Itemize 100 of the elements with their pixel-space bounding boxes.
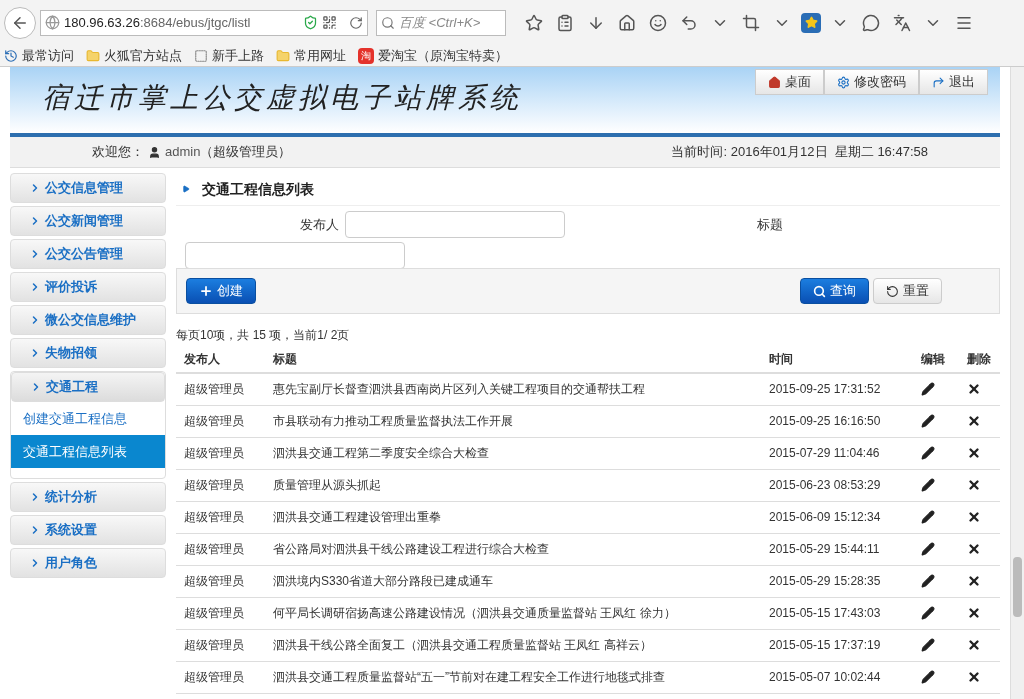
edit-icon[interactable] bbox=[921, 574, 935, 588]
globe-icon bbox=[45, 15, 60, 30]
column-header: 发布人 bbox=[184, 352, 220, 366]
sidebar-item[interactable]: 微公交信息维护 bbox=[10, 305, 166, 335]
delete-icon[interactable] bbox=[967, 606, 981, 620]
column-header: 删除 bbox=[967, 352, 991, 366]
table-cell: 市县联动有力推动工程质量监督执法工作开展 bbox=[273, 414, 513, 428]
table-cell: 泗洪县交通工程建设管理出重拳 bbox=[273, 510, 441, 524]
url-path: :8684/ebus/jtgc/listl bbox=[139, 13, 251, 32]
sidebar-item[interactable]: 公交公告管理 bbox=[10, 239, 166, 269]
edit-icon[interactable] bbox=[921, 446, 935, 460]
column-header: 编辑 bbox=[921, 352, 945, 366]
bookmark-link[interactable]: 最常访问 bbox=[22, 45, 74, 66]
edit-icon[interactable] bbox=[921, 638, 935, 652]
page-icon bbox=[194, 48, 208, 63]
header-button[interactable]: 桌面 bbox=[755, 69, 824, 95]
delete-icon[interactable] bbox=[967, 670, 981, 684]
submenu-item[interactable]: 交通工程信息列表 bbox=[11, 435, 165, 468]
table-cell: 泗洪境内S330省道大部分路段已建成通车 bbox=[273, 574, 494, 588]
edit-icon[interactable] bbox=[921, 478, 935, 492]
system-title: 宿迁市掌上公交虚拟电子站牌系统 bbox=[42, 80, 522, 116]
sidebar-item[interactable]: 统计分析 bbox=[10, 482, 166, 512]
header-button[interactable]: 修改密码 bbox=[824, 69, 919, 95]
create-button[interactable]: 创建 bbox=[186, 278, 256, 304]
table-cell: 2015-09-25 16:16:50 bbox=[769, 414, 881, 428]
page-title: 交通工程信息列表 bbox=[202, 179, 314, 199]
filter-input[interactable] bbox=[345, 211, 565, 238]
delete-icon[interactable] bbox=[967, 510, 981, 524]
table-cell: 泗洪县干线公路全面复工（泗洪县交通工程质量监督站 王凤红 高祥云） bbox=[273, 638, 652, 652]
search-icon bbox=[813, 284, 826, 298]
table-cell: 2015-05-29 15:44:11 bbox=[769, 542, 880, 556]
sidebar-item[interactable]: 用户角色 bbox=[10, 548, 166, 578]
edit-icon[interactable] bbox=[921, 414, 935, 428]
sidebar-item[interactable]: 交通工程 bbox=[11, 372, 165, 402]
reset-icon bbox=[886, 284, 899, 298]
sidebar-item[interactable]: 评价投诉 bbox=[10, 272, 166, 302]
gear-icon bbox=[837, 75, 850, 89]
star-badge-icon[interactable] bbox=[801, 12, 821, 33]
sidebar-item[interactable]: 失物招领 bbox=[10, 338, 166, 368]
table-cell: 超级管理员 bbox=[184, 382, 244, 397]
bookmark-link[interactable]: 爱淘宝（原淘宝特卖） bbox=[378, 45, 508, 66]
header-button[interactable]: 退出 bbox=[919, 69, 988, 95]
table-cell: 2015-05-29 15:28:35 bbox=[769, 574, 881, 588]
sidebar-item[interactable]: 系统设置 bbox=[10, 515, 166, 545]
user-icon bbox=[148, 145, 161, 159]
delete-icon[interactable] bbox=[967, 542, 981, 556]
url-field[interactable]: 180.96.63.26:8684/ebus/jtgc/listl bbox=[40, 9, 368, 36]
back-button[interactable] bbox=[4, 6, 36, 39]
table-cell: 超级管理员 bbox=[184, 574, 244, 588]
column-header: 标题 bbox=[273, 352, 297, 366]
table-cell: 2015-06-23 08:53:29 bbox=[769, 478, 881, 492]
bookmark-link[interactable]: 常用网址 bbox=[294, 45, 346, 66]
bookmark-link[interactable]: 新手上路 bbox=[212, 45, 264, 66]
folder-icon bbox=[86, 48, 100, 63]
edit-icon[interactable] bbox=[921, 670, 935, 684]
table-cell: 省公路局对泗洪县干线公路建设工程进行综合大检查 bbox=[273, 542, 549, 556]
delete-icon[interactable] bbox=[967, 574, 981, 588]
url-host: 180.96.63.26 bbox=[64, 13, 140, 32]
table-cell: 泗洪县交通工程第二季度安全综合大检查 bbox=[273, 446, 489, 460]
filter-label: 发布人 bbox=[300, 215, 340, 234]
shield-icon[interactable] bbox=[303, 15, 318, 30]
table-cell: 2015-05-15 17:37:19 bbox=[769, 638, 881, 652]
plus-icon bbox=[199, 284, 213, 298]
table-cell: 何平局长调研宿扬高速公路建设情况（泗洪县交通质量监督站 王凤红 徐力） bbox=[273, 606, 676, 620]
table-cell: 超级管理员 bbox=[184, 414, 244, 428]
qr-code-icon[interactable] bbox=[322, 15, 337, 30]
search-icon bbox=[381, 15, 395, 30]
history-icon bbox=[4, 48, 18, 63]
table-cell: 超级管理员 bbox=[184, 446, 244, 460]
user-role: （超级管理员） bbox=[200, 143, 292, 162]
edit-icon[interactable] bbox=[921, 606, 935, 620]
folder-icon bbox=[276, 48, 290, 63]
user-name: admin bbox=[165, 143, 201, 162]
search-field[interactable]: 百度 <Ctrl+K> bbox=[376, 9, 506, 36]
delete-icon[interactable] bbox=[967, 414, 981, 428]
table-cell: 2015-06-09 15:12:34 bbox=[769, 510, 881, 524]
sidebar-item[interactable]: 公交新闻管理 bbox=[10, 206, 166, 236]
table-cell: 超级管理员 bbox=[184, 510, 244, 524]
table-cell: 2015-05-15 17:43:03 bbox=[769, 606, 881, 620]
delete-icon[interactable] bbox=[967, 446, 981, 460]
edit-icon[interactable] bbox=[921, 510, 935, 524]
reset-button[interactable]: 重置 bbox=[873, 278, 942, 304]
table-cell: 超级管理员 bbox=[184, 478, 244, 492]
sidebar-item[interactable]: 公交信息管理 bbox=[10, 173, 166, 203]
bookmark-link[interactable]: 火狐官方站点 bbox=[104, 45, 182, 66]
delete-icon[interactable] bbox=[967, 638, 981, 652]
delete-icon[interactable] bbox=[967, 382, 981, 397]
table-cell: 惠先宝副厅长督查泗洪县西南岗片区列入关键工程项目的交通帮扶工程 bbox=[273, 382, 645, 397]
table-cell: 泗洪县交通工程质量监督站“五一”节前对在建工程安全工作进行地毯式排查 bbox=[273, 670, 665, 684]
filter-input[interactable] bbox=[185, 242, 405, 269]
pagination-info: 每页10项，共 15 项，当前1/ 2页 bbox=[176, 327, 350, 344]
edit-icon[interactable] bbox=[921, 382, 935, 397]
table-cell: 质量管理从源头抓起 bbox=[273, 478, 381, 492]
delete-icon[interactable] bbox=[967, 478, 981, 492]
search-button[interactable]: 查询 bbox=[800, 278, 869, 304]
table-cell: 超级管理员 bbox=[184, 606, 244, 620]
edit-icon[interactable] bbox=[921, 542, 935, 556]
column-header: 时间 bbox=[769, 352, 793, 366]
table-cell: 2015-09-25 17:31:52 bbox=[769, 382, 881, 397]
reload-icon[interactable] bbox=[349, 15, 363, 30]
